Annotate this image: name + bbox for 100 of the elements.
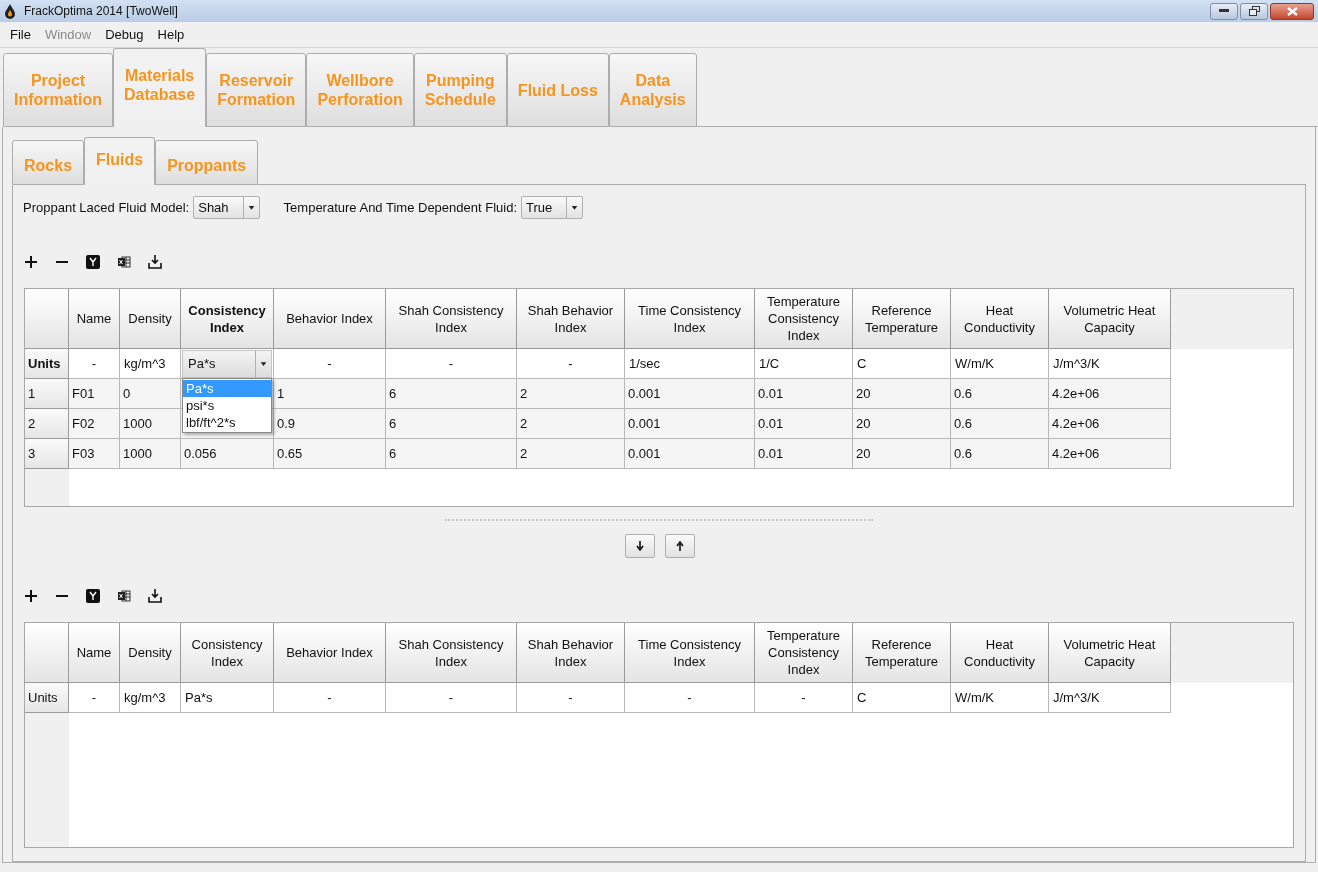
- table-cell-text: kg/m^3: [124, 354, 166, 373]
- column-header[interactable]: Consistency Index: [181, 623, 274, 683]
- table-cell-text: F02: [72, 414, 95, 433]
- up-arrow-icon: [676, 541, 684, 551]
- table-cell-text: 0.6: [954, 414, 973, 433]
- column-header[interactable]: Reference Temperature: [853, 623, 951, 683]
- table-cell-text: 4.2e+06: [1052, 444, 1100, 463]
- table-cell-text: -: [568, 688, 573, 707]
- column-header[interactable]: Volumetric Heat Capacity: [1049, 289, 1171, 349]
- table-cell-text: 1: [277, 384, 285, 403]
- table-cell-text: 1/sec: [629, 354, 661, 373]
- row-header[interactable]: 2: [25, 409, 69, 439]
- row-header[interactable]: 3: [25, 439, 69, 469]
- column-header[interactable]: Reference Temperature: [853, 289, 951, 349]
- dropdown-option[interactable]: lbf/ft^2*s: [183, 414, 271, 431]
- table-cell-text: 0.001: [628, 414, 661, 433]
- table-cell-text: 4.2e+06: [1052, 414, 1100, 433]
- table-cell-text: F03: [72, 444, 95, 463]
- column-header[interactable]: Name: [69, 289, 120, 349]
- excel-icon[interactable]: [117, 255, 131, 269]
- restore-icon: [1248, 6, 1260, 16]
- column-header[interactable]: Volumetric Heat Capacity: [1049, 623, 1171, 683]
- move-down-button[interactable]: [625, 534, 655, 558]
- column-header[interactable]: Heat Conductivity: [951, 623, 1049, 683]
- restore-button[interactable]: [1240, 2, 1268, 20]
- row-header[interactable]: Units: [25, 683, 69, 713]
- setting-dropdown[interactable]: Shah: [193, 196, 260, 219]
- table-cell-text: 0.056: [184, 444, 217, 463]
- table-cell-text: 6: [389, 414, 397, 433]
- column-header[interactable]: Consistency Index: [181, 289, 274, 349]
- column-header[interactable]: Time Consistency Index: [625, 623, 755, 683]
- table-cell-text: J/m^3/K: [1053, 688, 1100, 707]
- column-header[interactable]: Density: [120, 289, 181, 349]
- corner-cell: [25, 289, 69, 349]
- corner-cell: [25, 623, 69, 683]
- table-cell-text: 0.01: [758, 414, 784, 433]
- table-cell-text: 0.001: [628, 444, 661, 463]
- add-icon[interactable]: [24, 255, 38, 269]
- close-icon: [1286, 6, 1298, 16]
- column-header[interactable]: Shah Behavior Index: [517, 289, 625, 349]
- table-cell-text: 0.9: [277, 414, 296, 433]
- move-up-button[interactable]: [665, 534, 695, 558]
- add-icon[interactable]: [24, 589, 38, 603]
- menu-item[interactable]: Debug: [105, 24, 144, 45]
- table-cell-text: 0.01: [758, 384, 784, 403]
- table-cell-text: W/m/K: [955, 688, 994, 707]
- table-cell-text: 0.65: [277, 444, 303, 463]
- table-cell-text: -: [687, 688, 692, 707]
- table-cell-text: 0.6: [954, 384, 973, 403]
- column-header[interactable]: Shah Consistency Index: [386, 623, 517, 683]
- table-cell-text: 0.6: [954, 444, 973, 463]
- table-cell-text: 6: [389, 444, 397, 463]
- download-icon[interactable]: [148, 589, 162, 603]
- table-cell-text: W/m/K: [955, 354, 994, 373]
- table-cell-text: 2: [520, 444, 528, 463]
- table-cell-text: 0.001: [628, 384, 661, 403]
- flame-drop-icon: [4, 3, 16, 19]
- table-cell-text: 20: [856, 414, 871, 433]
- table-cell-text: -: [327, 688, 332, 707]
- table-cell-text: kg/m^3: [124, 688, 166, 707]
- minimize-button[interactable]: [1210, 2, 1238, 20]
- table-cell-text: C: [857, 688, 867, 707]
- column-header[interactable]: Temperature Consistency Index: [755, 623, 853, 683]
- setting-label: Proppant Laced Fluid Model:: [23, 198, 190, 217]
- column-header[interactable]: Density: [120, 623, 181, 683]
- table-cell-text: 1/C: [759, 354, 780, 373]
- window-title: FrackOptima 2014 [TwoWell]: [24, 3, 178, 20]
- menu-item[interactable]: Help: [157, 24, 185, 45]
- column-header[interactable]: Name: [69, 623, 120, 683]
- table-cell-text: 2: [520, 414, 528, 433]
- table-cell-text: -: [91, 688, 97, 707]
- column-header[interactable]: Heat Conductivity: [951, 289, 1049, 349]
- table-cell-text: 1000: [123, 444, 152, 463]
- table-cell-text: F01: [72, 384, 95, 403]
- table-cell-text: -: [448, 354, 454, 373]
- table-cell-text: -: [91, 354, 97, 373]
- close-button[interactable]: [1270, 2, 1314, 20]
- column-header[interactable]: Temperature Consistency Index: [755, 289, 853, 349]
- menu-item[interactable]: File: [10, 24, 31, 45]
- setting-label: Temperature And Time Dependent Fluid:: [283, 198, 517, 217]
- column-header[interactable]: Behavior Index: [274, 289, 386, 349]
- table-cell-text: 4.2e+06: [1052, 384, 1100, 403]
- column-header[interactable]: Behavior Index: [274, 623, 386, 683]
- table-cell-text: 0.01: [758, 444, 784, 463]
- table-cell-text: 20: [856, 444, 871, 463]
- minimize-icon: [1219, 9, 1229, 13]
- setting-dropdown[interactable]: True: [521, 196, 584, 219]
- download-icon[interactable]: [148, 255, 162, 269]
- excel-icon[interactable]: [117, 589, 131, 603]
- column-header[interactable]: Shah Consistency Index: [386, 289, 517, 349]
- table-cell-text: 6: [389, 384, 397, 403]
- unit-dropdown[interactable]: Pa*s: [182, 349, 272, 378]
- column-header[interactable]: Time Consistency Index: [625, 289, 755, 349]
- row-header[interactable]: 1: [25, 379, 69, 409]
- table-cell-text: -: [327, 354, 332, 373]
- row-header[interactable]: Units: [25, 349, 69, 379]
- column-header[interactable]: Shah Behavior Index: [517, 623, 625, 683]
- table-cell-text: 0: [123, 384, 131, 403]
- dropdown-option[interactable]: psi*s: [183, 397, 271, 414]
- table-cell-text: -: [801, 688, 806, 707]
